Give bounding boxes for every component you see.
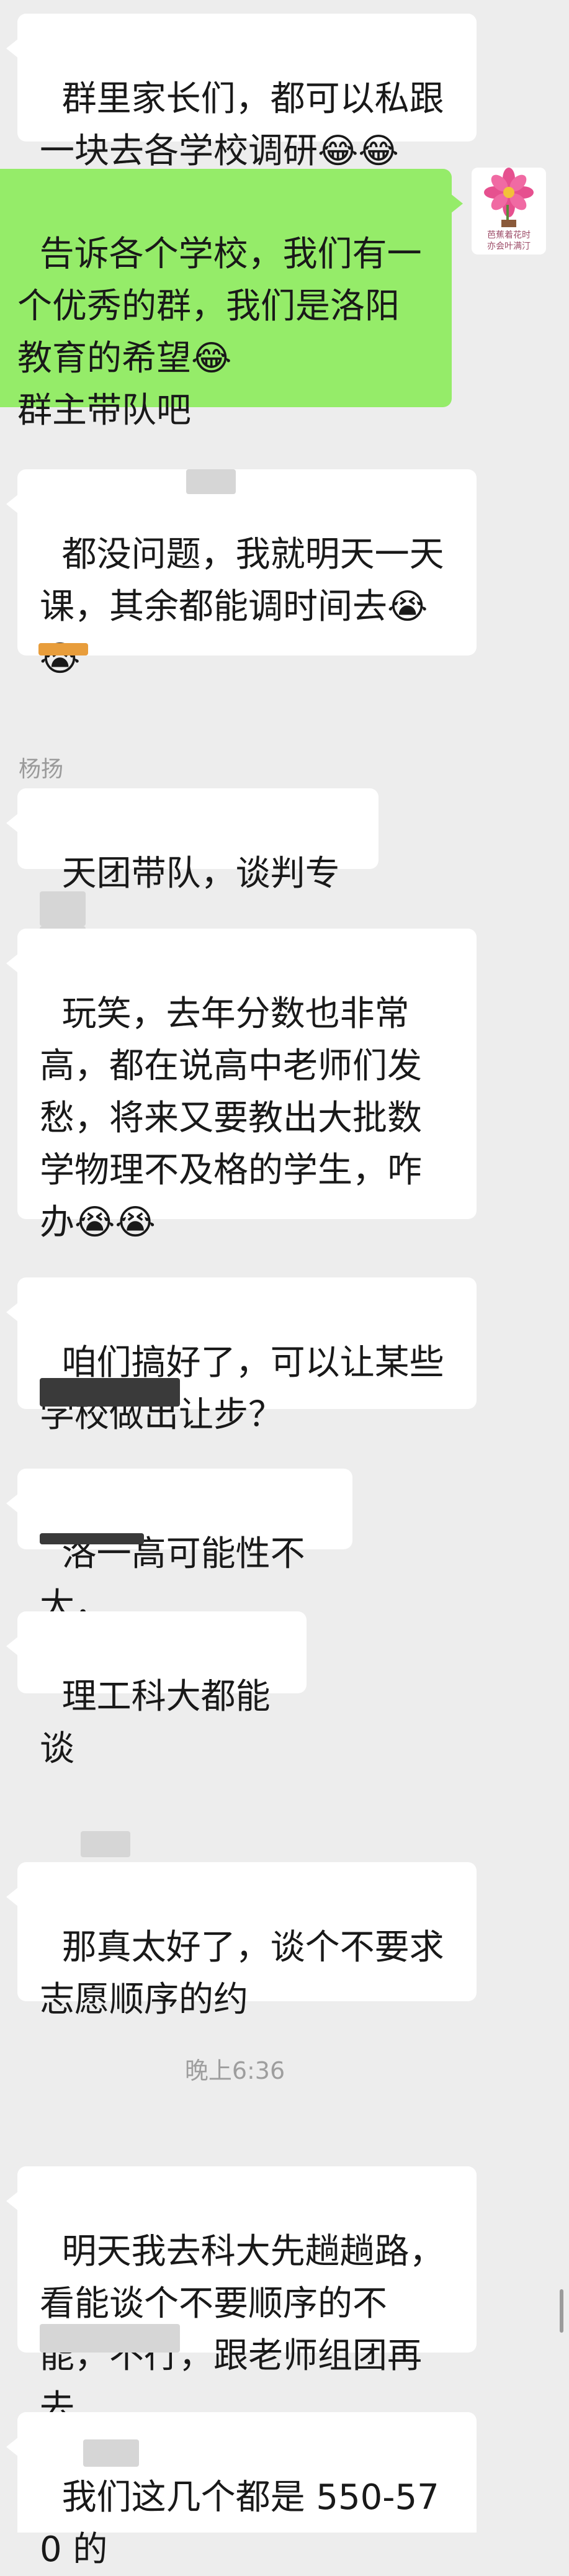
redaction-mark [38,643,88,655]
flower-icon [484,168,534,227]
redaction-mark [40,891,86,926]
message-text: 都没问题，我就明天一天课，其余都能调时间去😭😭 [40,534,444,679]
avatar-caption: 芭蕉着花时 [487,230,531,240]
message-bubble[interactable]: 理工科大都能谈 [6,1611,307,1769]
message-text: 我们这几个都是 550-570 的 [40,2477,439,2570]
message-bubble[interactable]: 玩笑，去年分数也非常高，都在说高中老师们发愁，将来又要教出大批数学物理不及格的学… [6,929,477,1243]
message-bubble[interactable]: 告诉各个学校，我们有一个优秀的群，我们是洛阳教育的希望😂 群主带队吧 [0,169,463,431]
message-text: 那真太好了，谈个不要求志愿顺序的约 [40,1927,444,2020]
redaction-mark [40,1378,180,1407]
message-text: 理工科大都能谈 [40,1677,271,1769]
redaction-mark [40,2324,180,2353]
sender-name: 杨扬 [19,757,64,782]
message-bubble[interactable]: 都没问题，我就明天一天课，其余都能调时间去😭😭 [6,469,477,679]
message-text: 群里家长们，都可以私跟一块去各学校调研😂😂 [40,79,444,171]
redaction-mark [186,469,236,494]
redaction-mark [83,2439,139,2467]
message-bubble[interactable]: 那真太好了，谈个不要求志愿顺序的约 [6,1862,477,2020]
redaction-mark [40,1533,144,1544]
message-bubble[interactable]: 我们这几个都是 550-570 的 [6,2412,477,2570]
message-bubble[interactable]: 群里家长们，都可以私跟一块去各学校调研😂😂 [6,14,477,171]
message-bubble[interactable]: 天团带队，谈判专家 [6,788,379,946]
scrollbar[interactable] [560,2289,563,2333]
message-text: 告诉各个学校，我们有一个优秀的群，我们是洛阳教育的希望😂 群主带队吧 [17,234,422,431]
avatar-caption: 亦会叶满汀 [487,241,531,251]
avatar[interactable]: 芭蕉着花时 亦会叶满汀 [472,168,546,254]
message-text: 玩笑，去年分数也非常高，都在说高中老师们发愁，将来又要教出大批数学物理不及格的学… [40,994,422,1243]
redaction-mark [81,1831,130,1857]
timestamp: 晚上6:36 [184,2057,285,2084]
